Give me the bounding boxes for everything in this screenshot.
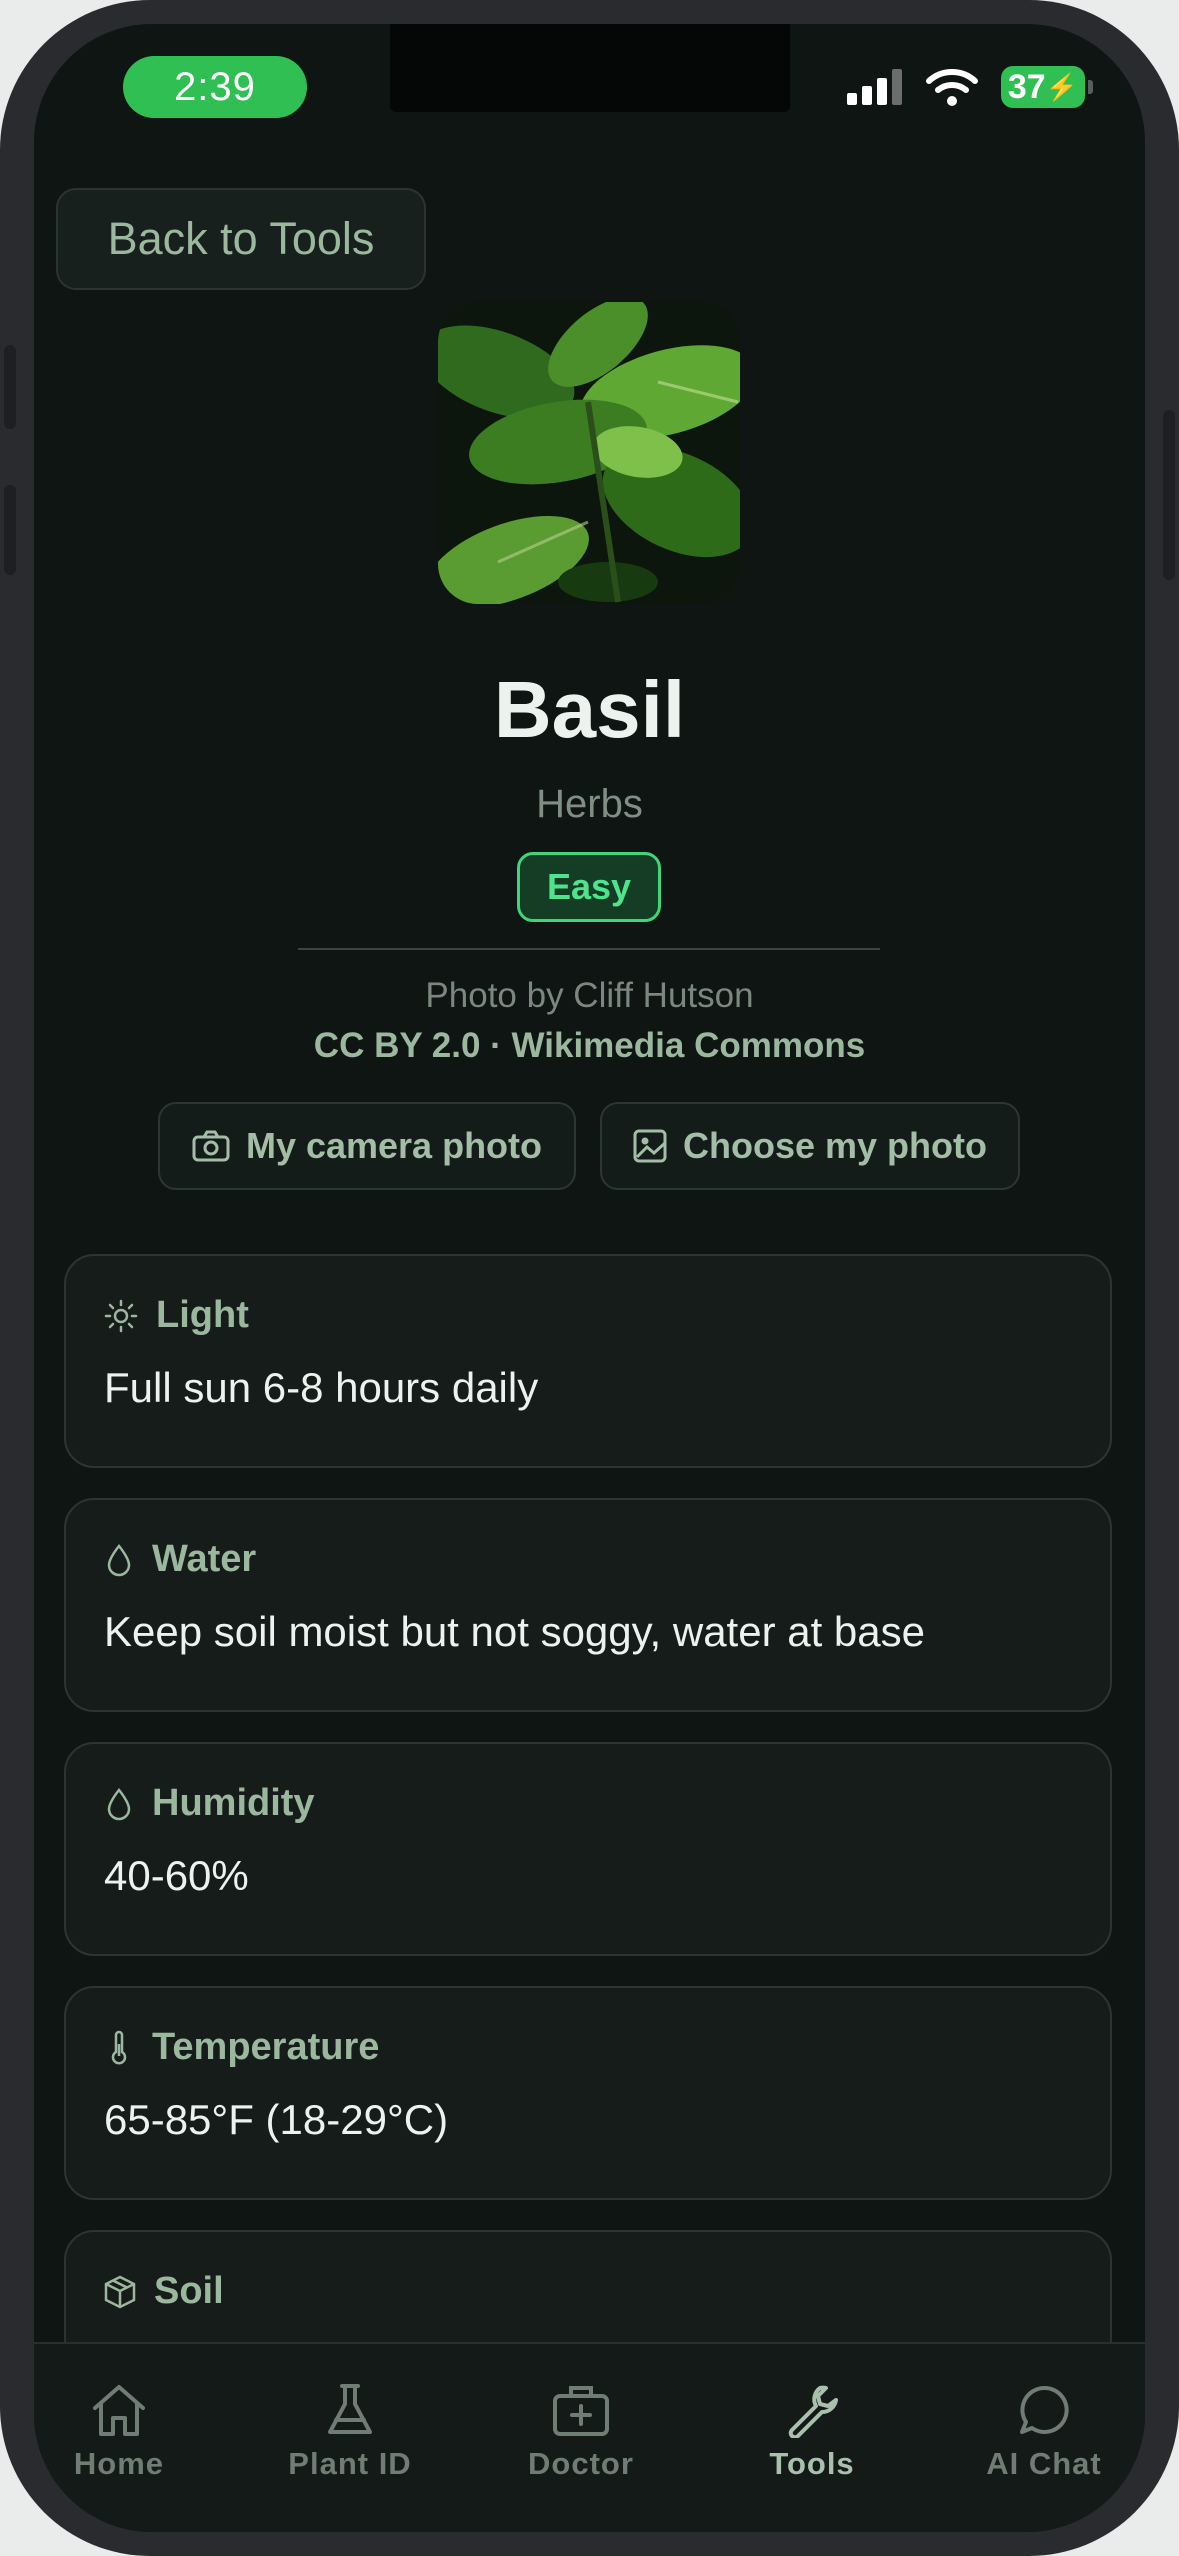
thermometer-icon (111, 2030, 127, 2064)
soil-label: Soil (154, 2270, 224, 2312)
care-card-humidity: Humidity 40-60% (64, 1742, 1112, 1956)
water-value: Keep soil moist but not soggy, water at … (104, 1608, 926, 1655)
flask-icon (328, 2384, 372, 2434)
difficulty-badge: Easy (517, 852, 661, 922)
tab-doctor[interactable]: Doctor (481, 2382, 681, 2482)
light-label: Light (156, 1294, 249, 1336)
cellular-signal-icon (847, 69, 902, 105)
basil-image (438, 302, 740, 604)
humidity-value: 40-60% (104, 1852, 249, 1899)
droplet-icon (107, 1543, 131, 1576)
sun-icon (104, 1299, 138, 1332)
medical-kit-icon (553, 2386, 609, 2436)
plant-name: Basil (493, 665, 686, 754)
screen: 2:39 37 ⚡ Back to Tools Basil Herbs Easy… (34, 24, 1145, 2532)
care-card-light: Light Full sun 6-8 hours daily (64, 1254, 1112, 1468)
mute-switch (4, 345, 16, 429)
tab-ai-chat[interactable]: AI Chat (944, 2382, 1144, 2482)
back-to-tools-button[interactable]: Back to Tools (56, 188, 426, 290)
tab-plant-id-label: Plant ID (288, 2446, 412, 2481)
status-time: 2:39 (123, 56, 307, 118)
power-button (1163, 410, 1175, 580)
plant-photo[interactable] (438, 302, 740, 604)
battery-level: 37 (1007, 67, 1046, 106)
choose-photo-button[interactable]: Choose my photo (600, 1102, 1020, 1190)
humidity-label: Humidity (152, 1782, 315, 1824)
photo-credit: Photo by Cliff Hutson (425, 976, 754, 1015)
droplet-icon (107, 1787, 131, 1820)
water-label: Water (152, 1538, 257, 1580)
package-icon (104, 2275, 136, 2308)
temperature-value: 65-85°F (18-29°C) (104, 2096, 449, 2143)
tab-plant-id[interactable]: Plant ID (250, 2382, 450, 2482)
tab-ai-chat-label: AI Chat (986, 2446, 1102, 2481)
license-link[interactable]: CC BY 2.0 · Wikimedia Commons (34, 1026, 1145, 1066)
image-icon (633, 1129, 667, 1163)
bottom-tab-bar: Home Plant ID Doctor Tools AI Chat (34, 2342, 1145, 2532)
tab-home-label: Home (73, 2446, 165, 2481)
tab-home[interactable]: Home (34, 2382, 219, 2482)
divider (298, 948, 880, 950)
care-card-water: Water Keep soil moist but not soggy, wat… (64, 1498, 1112, 1712)
tab-tools[interactable]: Tools (712, 2382, 912, 2482)
choose-photo-label: Choose my photo (683, 1125, 987, 1166)
dynamic-island (390, 24, 790, 112)
care-card-temperature: Temperature 65-85°F (18-29°C) (64, 1986, 1112, 2200)
tab-tools-label: Tools (769, 2446, 855, 2481)
home-icon (93, 2385, 145, 2436)
volume-up-button (4, 485, 16, 575)
light-value: Full sun 6-8 hours daily (104, 1364, 539, 1411)
status-icons: 37 ⚡ (847, 66, 1093, 108)
wrench-icon (788, 2385, 838, 2438)
tab-doctor-label: Doctor (528, 2446, 634, 2481)
plant-category: Herbs (536, 782, 643, 826)
battery-indicator: 37 ⚡ (1001, 66, 1093, 108)
temperature-label: Temperature (152, 2026, 380, 2068)
camera-icon (192, 1130, 230, 1162)
wifi-icon (926, 69, 978, 106)
camera-photo-label: My camera photo (245, 1125, 543, 1166)
chat-bubble-icon (1020, 2385, 1069, 2434)
camera-photo-button[interactable]: My camera photo (158, 1102, 576, 1190)
